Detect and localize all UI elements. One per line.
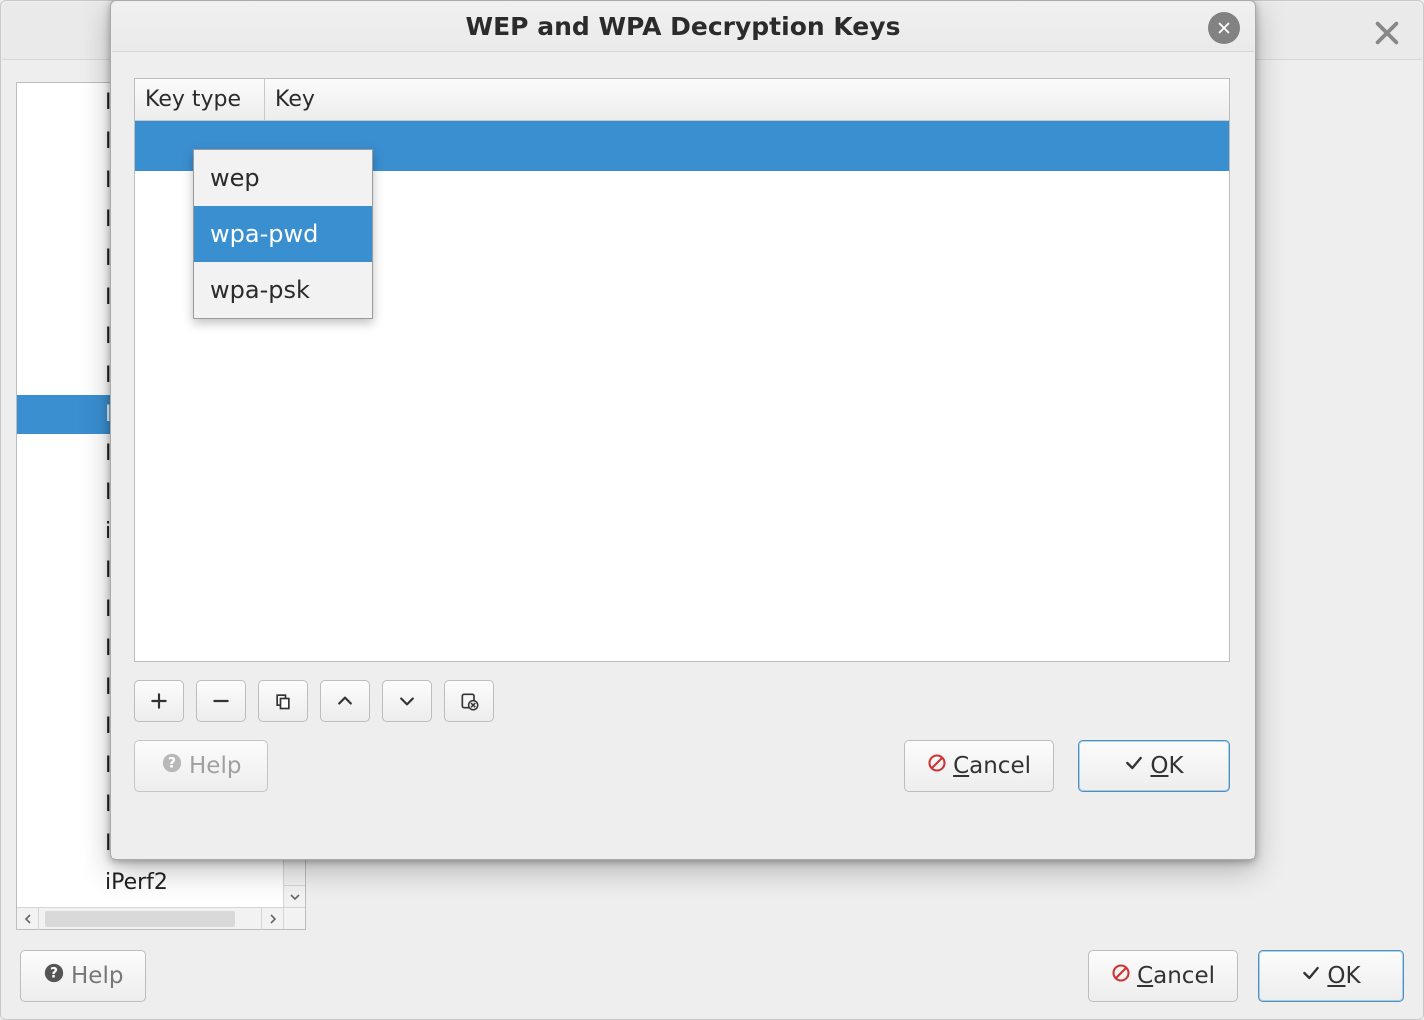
clear-button[interactable] [444,680,494,722]
add-button[interactable] [134,680,184,722]
copy-button[interactable] [258,680,308,722]
chevron-left-icon[interactable] [17,908,39,930]
close-icon[interactable] [1372,18,1402,48]
chevron-down-icon[interactable] [284,885,305,907]
dropdown-option-wpa-pwd[interactable]: wpa-pwd [194,206,372,262]
table-header: Key type Key [135,79,1229,121]
horizontal-scrollbar[interactable] [17,907,283,929]
chevron-right-icon[interactable] [261,908,283,930]
close-button[interactable] [1208,12,1240,44]
svg-text:?: ? [50,966,58,982]
cancel-icon [927,753,947,779]
key-type-dropdown[interactable]: wepwpa-pwdwpa-psk [193,149,373,319]
help-button[interactable]: ? Help [20,950,146,1002]
help-label: Help [71,963,123,989]
ok-button[interactable]: OK [1078,740,1230,792]
ok-label: OK [1327,963,1360,989]
cancel-button[interactable]: Cancel [1088,950,1238,1002]
cancel-button[interactable]: Cancel [904,740,1054,792]
check-icon [1124,753,1144,779]
ok-button[interactable]: OK [1258,950,1404,1002]
cancel-label: Cancel [953,753,1031,779]
dialog-title: WEP and WPA Decryption Keys [466,12,901,41]
dialog-body: Key type Key wepwpa-pwdwpa-psk [112,52,1254,858]
ok-label: OK [1150,753,1183,779]
move-up-button[interactable] [320,680,370,722]
table-toolbar [134,680,494,722]
column-key-type[interactable]: Key type [135,79,265,120]
dialog-titlebar: WEP and WPA Decryption Keys [112,2,1254,52]
cancel-icon [1111,963,1131,989]
help-icon: ? [161,752,183,780]
keys-table: Key type Key wepwpa-pwdwpa-psk [134,78,1230,662]
scroll-thumb[interactable] [45,911,235,927]
help-label: Help [189,753,241,779]
help-icon: ? [43,962,65,990]
dropdown-option-wpa-psk[interactable]: wpa-psk [194,262,372,318]
help-button: ? Help [134,740,268,792]
dropdown-option-wep[interactable]: wep [194,150,372,206]
move-down-button[interactable] [382,680,432,722]
remove-button[interactable] [196,680,246,722]
cancel-label: Cancel [1137,963,1215,989]
check-icon [1301,963,1321,989]
list-item[interactable]: iPerf2 [17,863,283,902]
svg-text:?: ? [168,756,176,772]
decryption-keys-dialog: WEP and WPA Decryption Keys Key type Key… [110,0,1256,860]
column-key[interactable]: Key [265,79,1229,120]
scroll-corner [283,907,305,929]
